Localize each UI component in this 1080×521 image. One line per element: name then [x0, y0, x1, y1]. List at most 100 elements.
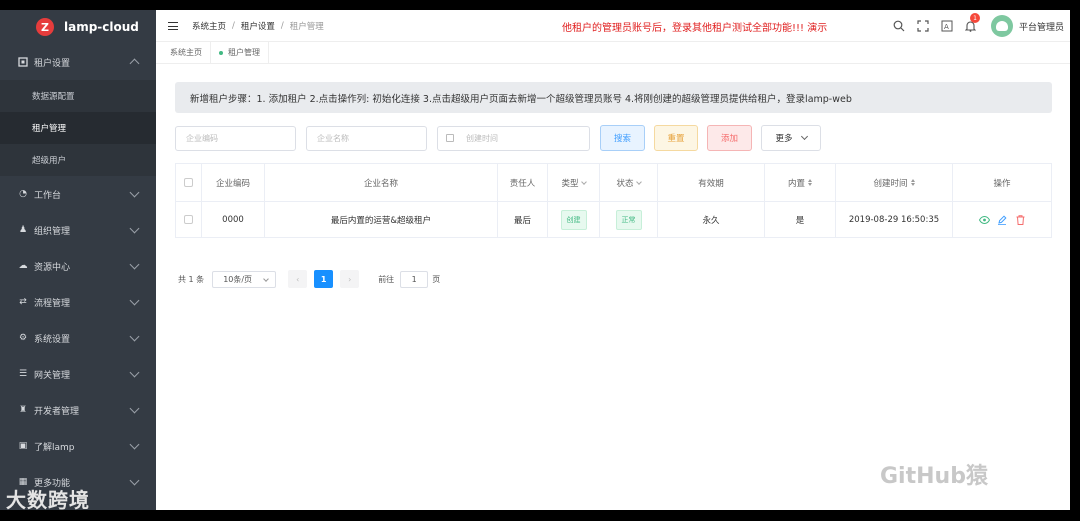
- sidebar: Z lamp-cloud 租户设置 数据源配置 租户管理 超级用户 ◔ 工作台 …: [0, 10, 156, 510]
- page-content: 新增租户步骤：1. 添加租户 2.点击操作列: 初始化连接 3.点击超级用户页面…: [156, 64, 1070, 510]
- chevron-down-icon: [129, 439, 140, 450]
- menu-group-tenant-settings[interactable]: 租户设置: [0, 44, 156, 80]
- menu-group-about-lamp[interactable]: ▣ 了解lamp: [0, 428, 156, 464]
- menu-toggle-icon[interactable]: [168, 21, 178, 30]
- menu-group-label: 资源中心: [34, 262, 71, 273]
- filter-icon: [580, 178, 587, 185]
- edit-icon[interactable]: [996, 214, 1008, 225]
- info-icon: ▣: [18, 441, 28, 451]
- menu-group-gateway[interactable]: ☰ 网关管理: [0, 356, 156, 392]
- menu-group-developer[interactable]: ♜ 开发者管理: [0, 392, 156, 428]
- chevron-down-icon: [129, 367, 140, 378]
- table-header-row: 企业编码 企业名称 责任人 类型 状态 有效期 内置 创建时间 操作: [176, 164, 1051, 202]
- tab-label: 系统主页: [170, 48, 202, 57]
- chevron-down-icon: [129, 187, 140, 198]
- cell-owner: 最后: [498, 202, 548, 237]
- app-logo[interactable]: Z lamp-cloud: [0, 10, 156, 44]
- notification-badge: 1: [969, 13, 980, 23]
- menu-group-label: 租户设置: [34, 58, 71, 69]
- menu-group-workbench[interactable]: ◔ 工作台: [0, 176, 156, 212]
- cell-actions: [953, 202, 1051, 237]
- tenant-steps-tip: 新增租户步骤：1. 添加租户 2.点击操作列: 初始化连接 3.点击超级用户页面…: [175, 82, 1052, 113]
- search-icon[interactable]: [887, 10, 911, 42]
- sidebar-item-datasource[interactable]: 数据源配置: [0, 80, 156, 112]
- menu-group-label: 网关管理: [34, 370, 71, 381]
- chevron-up-icon: [129, 58, 140, 69]
- column-header: 企业编码: [202, 164, 265, 201]
- header-tools: A 1 平台管理员: [887, 10, 1070, 42]
- more-label: 更多: [775, 134, 793, 144]
- user-name[interactable]: 平台管理员: [1019, 20, 1064, 33]
- menu-group-label: 组织管理: [34, 226, 71, 237]
- goto-page-input[interactable]: 1: [400, 270, 429, 288]
- column-header: 责任人: [498, 164, 548, 201]
- app-window: Z lamp-cloud 租户设置 数据源配置 租户管理 超级用户 ◔ 工作台 …: [0, 0, 1080, 521]
- filter-bar: 企业编码 企业名称 创建时间 搜索 重置 添加 更多: [175, 125, 830, 151]
- menu-group-process[interactable]: ⇄ 流程管理: [0, 284, 156, 320]
- goto-page: 前往 1 页: [378, 270, 440, 288]
- dashboard-icon: ◔: [19, 189, 27, 199]
- translate-icon[interactable]: A: [935, 10, 959, 42]
- prev-page-button[interactable]: ‹: [288, 270, 308, 288]
- column-header: 操作: [993, 178, 1011, 189]
- created-date-picker[interactable]: 创建时间: [437, 125, 590, 151]
- reset-button[interactable]: 重置: [654, 125, 698, 151]
- gears-icon: ⚙: [18, 333, 28, 343]
- breadcrumb-item[interactable]: 租户设置: [241, 20, 275, 32]
- cloud-icon: ☁: [18, 261, 28, 271]
- cell-created: 2019-08-29 16:50:35: [836, 202, 953, 237]
- logo-icon: Z: [36, 18, 54, 36]
- avatar[interactable]: [990, 15, 1013, 37]
- chevron-down-icon: [263, 275, 270, 282]
- sort-icon: [910, 179, 915, 186]
- search-button[interactable]: 搜索: [600, 125, 645, 151]
- watermark-right: GitHub猿: [880, 464, 988, 489]
- column-header-type[interactable]: 类型: [548, 164, 600, 201]
- breadcrumb-item[interactable]: 系统主页: [192, 20, 226, 32]
- row-checkbox[interactable]: [184, 215, 193, 224]
- app-name: lamp-cloud: [64, 20, 139, 34]
- company-name-input[interactable]: 企业名称: [306, 125, 427, 151]
- breadcrumb-current: 租户管理: [289, 21, 324, 32]
- goto-label: 前往: [378, 274, 395, 284]
- menu-group-system-settings[interactable]: ⚙ 系统设置: [0, 320, 156, 356]
- menu-group-resources[interactable]: ☁ 资源中心: [0, 248, 156, 284]
- avatar-face-icon: [995, 21, 1008, 31]
- gateway-icon: ☰: [18, 369, 28, 379]
- company-code-input[interactable]: 企业编码: [175, 125, 296, 151]
- cell-name: 最后内置的运营&超级租户: [265, 202, 498, 237]
- bell-icon[interactable]: 1: [959, 10, 983, 42]
- sidebar-item-tenant-management[interactable]: 租户管理: [0, 112, 156, 144]
- active-dot-icon: [219, 50, 223, 55]
- chevron-down-icon: [129, 475, 140, 486]
- delete-icon[interactable]: [1014, 214, 1026, 225]
- menu-group-organization[interactable]: ♟ 组织管理: [0, 212, 156, 248]
- chevron-down-icon: [800, 132, 808, 141]
- cell-code: 0000: [202, 202, 265, 237]
- watermark-left: 大数跨境: [6, 488, 90, 512]
- page-size-select[interactable]: 10条/页: [212, 270, 277, 288]
- page-number-current[interactable]: 1: [314, 270, 334, 288]
- column-header-status[interactable]: 状态: [600, 164, 658, 201]
- add-button[interactable]: 添加: [707, 125, 752, 151]
- fullscreen-icon[interactable]: [911, 10, 935, 42]
- calendar-icon: [446, 134, 454, 142]
- tab-home[interactable]: 系统主页: [162, 41, 211, 64]
- cell-builtin: 是: [765, 202, 836, 237]
- column-header-builtin[interactable]: 内置: [765, 164, 836, 201]
- submenu-tenant-settings: 数据源配置 租户管理 超级用户: [0, 80, 156, 176]
- more-dropdown[interactable]: 更多: [761, 125, 821, 151]
- demo-notice: 他租户的管理员账号后，登录其他租户测试全部功能!!! 演示: [562, 23, 828, 34]
- menu-group-label: 流程管理: [34, 298, 71, 309]
- tab-tenant-management[interactable]: 租户管理: [211, 41, 269, 64]
- status-badge: 正常: [615, 209, 642, 230]
- column-header-created[interactable]: 创建时间: [836, 164, 953, 201]
- select-all-checkbox[interactable]: [184, 178, 193, 187]
- breadcrumb-separator: /: [232, 20, 235, 31]
- type-tag: 创建: [560, 209, 587, 230]
- tab-label: 租户管理: [228, 48, 260, 57]
- grid-icon: [18, 57, 28, 67]
- view-icon[interactable]: [978, 215, 990, 224]
- sidebar-item-super-user[interactable]: 超级用户: [0, 144, 156, 176]
- next-page-button[interactable]: ›: [340, 270, 360, 288]
